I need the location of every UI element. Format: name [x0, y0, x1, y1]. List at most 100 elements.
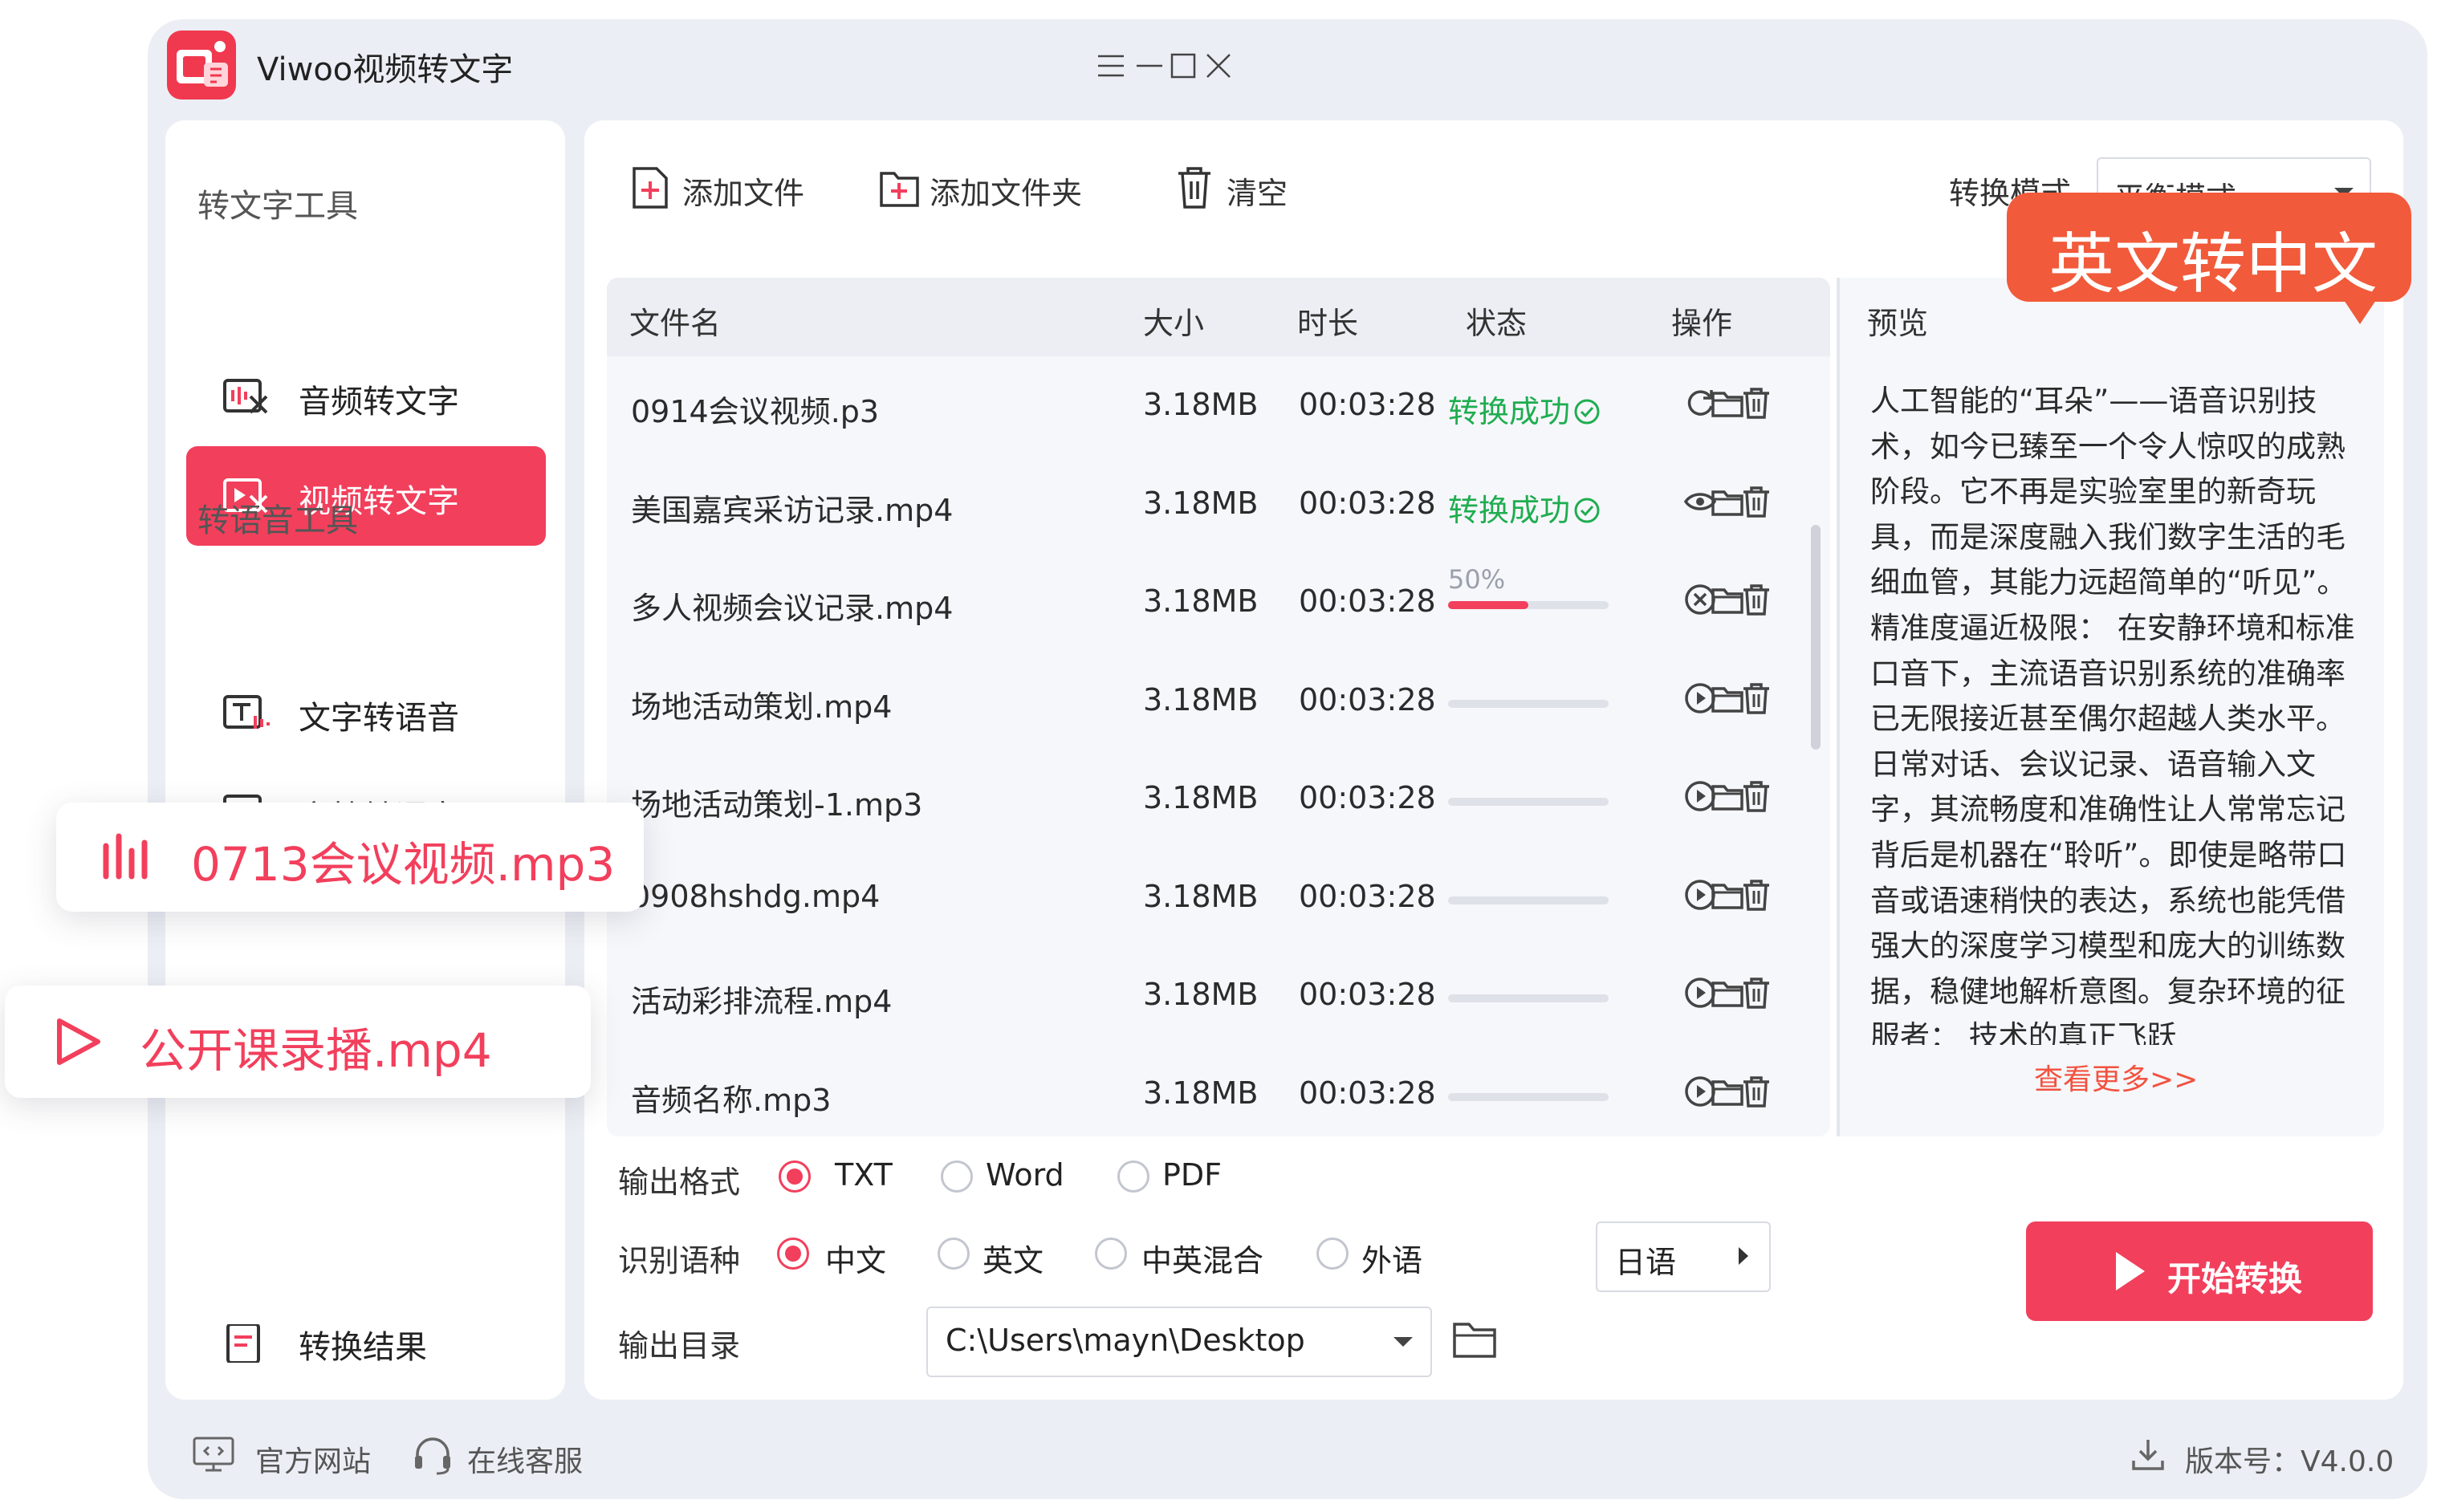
output-dir-label: 输出目录 [618, 1328, 741, 1364]
browse-folder-icon[interactable] [1450, 1315, 1499, 1364]
table-row[interactable]: 活动彩排流程.mp4 3.18MB 00:03:28 [607, 946, 1830, 1042]
file-name: 0914会议视频.p3 [631, 394, 880, 429]
table-row[interactable]: 0914会议视频.p3 3.18MB 00:03:28 转换成功 [607, 356, 1830, 452]
start-convert-button[interactable]: 开始转换 [2026, 1221, 2373, 1321]
add-folder-button[interactable]: 添加文件夹 [878, 162, 1111, 213]
preview-panel: 预览 人工智能的“耳朵”——语音识别技术，如今已臻至一个令人惊叹的成熟阶段。它不… [1837, 278, 2384, 1136]
floating-video-filename: 公开课录播.mp4 [140, 1023, 492, 1078]
file-duration: 00:03:28 [1299, 1075, 1436, 1111]
table-scrollbar[interactable] [1811, 525, 1821, 750]
header-ops: 操作 [1671, 306, 1733, 341]
trash-icon [1178, 167, 1210, 209]
format-radio-pdf[interactable] [1117, 1160, 1149, 1193]
sidebar-item-text-to-speech[interactable]: 文字转语音 [186, 663, 546, 762]
sidebar-item-label: 文字转语音 [299, 700, 459, 737]
table-row[interactable]: 0908hshdg.mp4 3.18MB 00:03:28 [607, 848, 1830, 944]
preview-title: 预览 [1867, 306, 1929, 341]
progress-text: 50% [1448, 564, 1506, 595]
sidebar-item-audio-to-text[interactable]: 音频转文字 [186, 347, 546, 446]
check-circle-icon [1574, 498, 1600, 522]
file-duration: 00:03:28 [1299, 780, 1436, 815]
lang-radio-mixed[interactable] [1095, 1238, 1127, 1270]
foreign-language-select[interactable]: 日语 [1596, 1221, 1771, 1292]
file-name: 美国嘉宾采访记录.mp4 [631, 492, 954, 528]
version-label: 版本号：V4.0.0 [2185, 1445, 2394, 1478]
format-label-pdf: PDF [1162, 1157, 1223, 1193]
status-badge: 转换成功 [1448, 387, 1601, 431]
header-status: 状态 [1466, 306, 1528, 341]
file-duration: 00:03:28 [1299, 485, 1436, 521]
progress-bar [1448, 699, 1609, 708]
delete-icon[interactable] [1739, 385, 1774, 421]
monitor-icon [193, 1437, 234, 1472]
floating-video-card: 公开课录播.mp4 [5, 986, 591, 1098]
minimize-icon[interactable] [1133, 50, 1166, 82]
status-text: 转换成功 [1448, 394, 1571, 429]
clear-button[interactable]: 清空 [1175, 162, 1304, 213]
headset-icon [415, 1437, 450, 1475]
sidebar-item-label: 转换结果 [299, 1329, 427, 1366]
file-duration: 00:03:28 [1299, 583, 1436, 619]
add-file-button[interactable]: 添加文件 [631, 162, 816, 213]
maximize-icon[interactable] [1167, 50, 1199, 82]
add-file-icon [633, 167, 668, 209]
progress-bar [1448, 798, 1609, 806]
add-folder-icon [880, 172, 919, 207]
progress-bar [1448, 994, 1609, 1002]
play-outline-icon [57, 1018, 100, 1065]
start-convert-label: 开始转换 [2167, 1259, 2303, 1299]
file-duration: 00:03:28 [1299, 387, 1436, 422]
preview-text: 人工智能的“耳朵”——语音识别技术，如今已臻至一个令人惊叹的成熟阶段。它不再是实… [1870, 384, 2355, 1045]
floating-audio-card: 0713会议视频.mp3 [56, 803, 644, 912]
online-support-label: 在线客服 [467, 1445, 584, 1478]
view-more-link[interactable]: 查看更多>> [2034, 1056, 2198, 1098]
status-text: 转换成功 [1448, 492, 1571, 528]
lang-radio-foreign[interactable] [1316, 1238, 1349, 1270]
delete-icon[interactable] [1739, 877, 1774, 912]
file-duration: 00:03:28 [1299, 878, 1436, 914]
table-row[interactable]: 美国嘉宾采访记录.mp4 3.18MB 00:03:28 转换成功 [607, 455, 1830, 551]
delete-icon[interactable] [1739, 778, 1774, 814]
sidebar-item-results[interactable]: 转换结果 [186, 1292, 546, 1392]
output-dir-value: C:\Users\mayn\Desktop [946, 1323, 1305, 1358]
table-row[interactable]: 场地活动策划-1.mp3 3.18MB 00:03:28 [607, 750, 1830, 845]
output-format-label: 输出格式 [618, 1164, 741, 1200]
delete-icon[interactable] [1739, 582, 1774, 617]
delete-icon[interactable] [1739, 1074, 1774, 1109]
lang-radio-english[interactable] [938, 1238, 970, 1270]
close-icon[interactable] [1202, 50, 1235, 82]
check-circle-icon [1574, 399, 1600, 425]
file-size: 3.18MB [1143, 583, 1259, 619]
format-radio-word[interactable] [941, 1160, 973, 1193]
format-radio-txt[interactable] [779, 1160, 811, 1193]
status-badge: 转换成功 [1448, 486, 1601, 530]
table-row[interactable]: 多人视频会议记录.mp4 3.18MB 00:03:28 50% [607, 553, 1830, 648]
format-label-word: Word [986, 1157, 1064, 1193]
audio-wave-icon [103, 833, 148, 880]
menu-icon[interactable] [1095, 50, 1127, 82]
text-to-speech-icon [223, 695, 270, 729]
delete-icon[interactable] [1739, 484, 1774, 519]
clear-label: 清空 [1227, 176, 1288, 211]
lang-label-foreign: 外语 [1361, 1243, 1423, 1278]
progress-bar [1448, 601, 1609, 609]
translate-bubble-text: 英文转中文 [2048, 226, 2378, 303]
delete-icon[interactable] [1739, 975, 1774, 1010]
file-size: 3.18MB [1143, 1075, 1259, 1111]
bubble-tail [2344, 300, 2376, 324]
sidebar: 转文字工具 音频转文字 视频转文字 转语音工具 文字转语音 转换结果 [165, 120, 565, 1400]
file-table: 文件名 大小 时长 状态 操作 0914会议视频.p3 3.18MB 00:03:2… [607, 278, 1830, 1136]
lang-label-mixed: 中英混合 [1141, 1243, 1264, 1278]
file-size: 3.18MB [1143, 977, 1259, 1012]
output-dir-input[interactable]: C:\Users\mayn\Desktop [926, 1307, 1432, 1377]
lang-radio-chinese[interactable] [777, 1238, 809, 1270]
delete-icon[interactable] [1739, 681, 1774, 716]
table-row[interactable]: 场地活动策划.mp4 3.18MB 00:03:28 [607, 652, 1830, 747]
main-panel: 添加文件 添加文件夹 清空 转换模式 平衡模式 文件名 大小 [584, 120, 2403, 1400]
table-header: 文件名 大小 时长 状态 操作 [607, 278, 1830, 356]
sidebar-item-label: 音频转文字 [299, 384, 459, 421]
progress-bar [1448, 896, 1609, 904]
table-row[interactable]: 音频名称.mp3 3.18MB 00:03:28 [607, 1045, 1830, 1137]
floating-audio-filename: 0713会议视频.mp3 [191, 837, 616, 892]
language-label: 识别语种 [618, 1243, 741, 1278]
